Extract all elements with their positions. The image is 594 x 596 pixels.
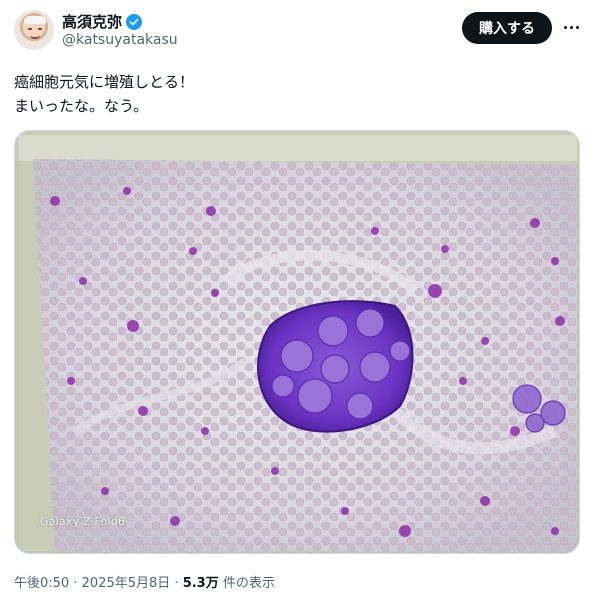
avatar-eye-right (38, 28, 42, 30)
tweet-header: 高須克弥 @katsuyatakasu 購入する (14, 10, 580, 54)
meta-separator: · (73, 576, 78, 591)
avatar[interactable] (14, 10, 54, 50)
tweet-text-line: 癌細胞元気に増殖しとる！ (14, 73, 195, 91)
tweet-text: 癌細胞元気に増殖しとる！ まいったな。なう。 (14, 70, 574, 118)
user-handle[interactable]: @katsuyatakasu (62, 32, 178, 48)
avatar-eye-left (28, 28, 32, 30)
microscope-photo-illustration (15, 131, 579, 553)
display-name[interactable]: 高須克弥 (62, 11, 122, 32)
name-row: 高須克弥 (62, 11, 143, 32)
views-label: 件の表示 (222, 576, 275, 591)
verified-badge-icon (126, 13, 143, 30)
avatar-mouth (30, 35, 40, 39)
tweet-time[interactable]: 午後0:50 (14, 576, 69, 591)
tweet-meta: 午後0:50 · 2025年5月8日 · 5.3万 件の表示 (14, 572, 275, 591)
avatar-hair (24, 16, 46, 24)
views-count: 5.3万 (182, 576, 219, 591)
meta-separator: · (174, 576, 179, 591)
more-horizontal-icon[interactable] (560, 16, 582, 38)
tweet-date[interactable]: 2025年5月8日 (82, 576, 171, 591)
camera-watermark: Galaxy Z Fold6 (40, 515, 126, 528)
buy-button[interactable]: 購入する (462, 12, 552, 44)
tweet-text-line: まいったな。なう。 (14, 97, 149, 115)
tweet-photo[interactable]: Galaxy Z Fold6 (14, 130, 580, 554)
